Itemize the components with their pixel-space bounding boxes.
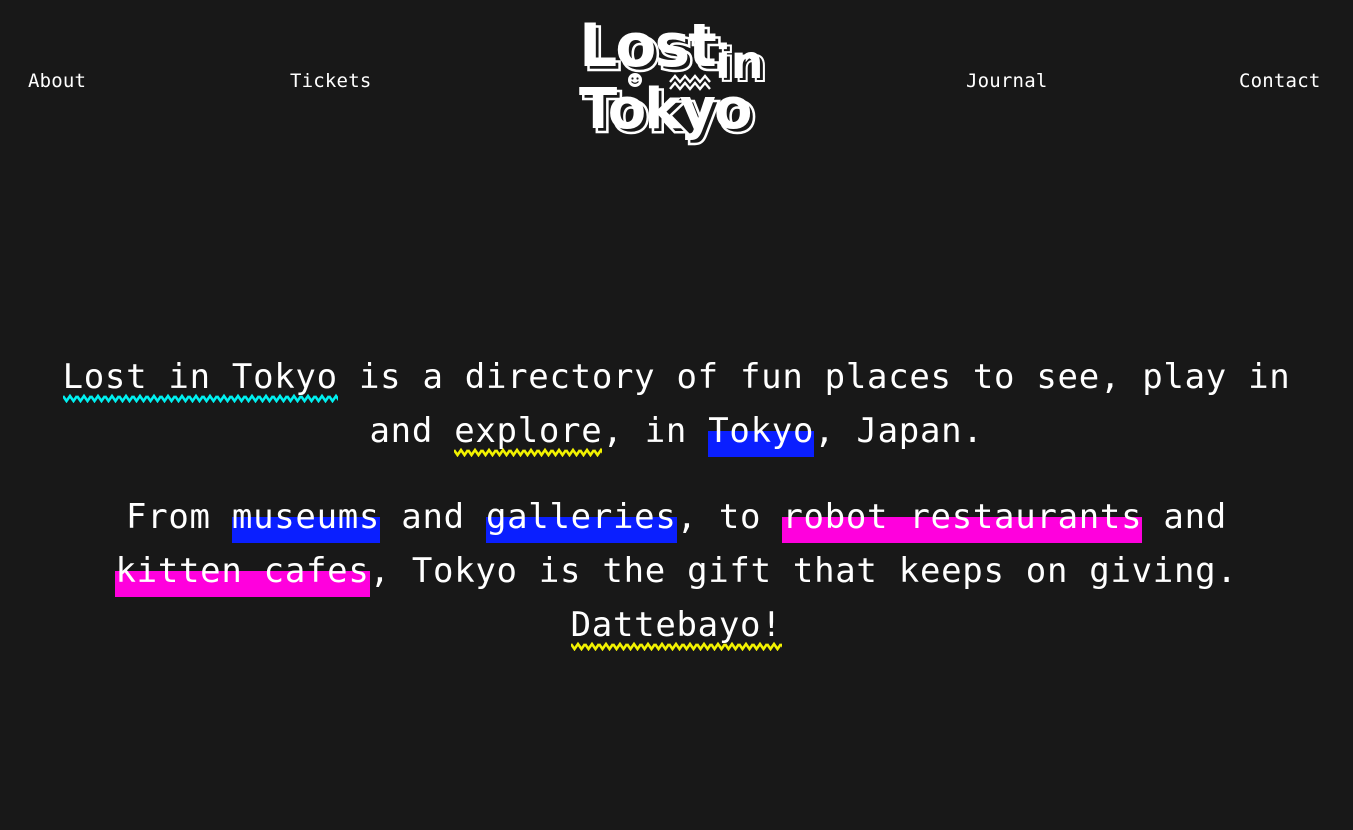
logo-tokyo-text: Tokyo — [579, 77, 751, 142]
logo-lost-text: Lost — [579, 12, 716, 81]
tokyo-link[interactable]: Tokyo — [708, 411, 815, 457]
museums-link[interactable]: museums — [231, 497, 381, 543]
robot-restaurants-link[interactable]: robot restaurants — [782, 497, 1143, 543]
intro-text: , in — [602, 411, 709, 451]
intro-text: and — [380, 497, 486, 537]
lost-in-tokyo-link[interactable]: Lost in Tokyo — [62, 357, 338, 403]
intro-text: From — [126, 497, 232, 537]
nav-journal-link[interactable]: Journal — [966, 68, 1047, 94]
explore-link[interactable]: explore — [454, 411, 603, 457]
kitten-cafes-link[interactable]: kitten cafes — [115, 551, 370, 597]
dattebayo-link[interactable]: Dattebayo! — [570, 605, 783, 651]
site-logo[interactable]: Lost Lost in in Tokyo Tokyo — [578, 11, 769, 148]
intro-text: , Tokyo is the gift that keeps on giving… — [369, 551, 1238, 591]
nav-about-link[interactable]: About — [28, 68, 86, 94]
nav-tickets-link[interactable]: Tickets — [290, 68, 371, 94]
intro-paragraph-1: Lost in Tokyo is a directory of fun plac… — [60, 350, 1293, 458]
nav-contact-link[interactable]: Contact — [1239, 68, 1320, 94]
intro-text: and — [1142, 497, 1227, 537]
galleries-link[interactable]: galleries — [485, 497, 677, 543]
intro-text: , Japan. — [814, 411, 984, 451]
intro-paragraph-2: From museums and galleries, to robot res… — [60, 490, 1293, 652]
intro-text: , to — [676, 497, 783, 537]
intro-section: Lost in Tokyo is a directory of fun plac… — [60, 350, 1293, 652]
smiley-face-icon — [628, 73, 642, 87]
